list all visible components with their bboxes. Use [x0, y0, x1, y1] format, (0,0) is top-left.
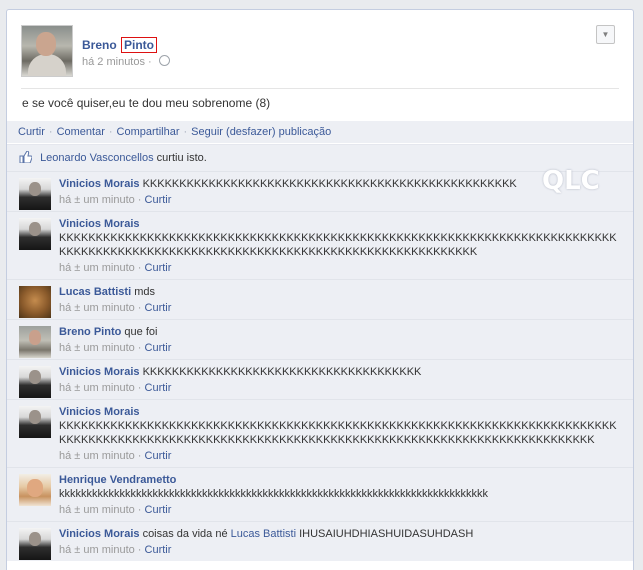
- comment-text: KKKKKKKKKKKKKKKKKKKKKKKKKKKKKKKKKKKKKKKK…: [142, 178, 517, 190]
- comment-time[interactable]: há ± um minuto: [59, 544, 135, 556]
- comment: Vinicios Morais coisas da vida né Lucas …: [7, 521, 633, 561]
- action-separator: ·: [183, 126, 188, 138]
- like-link[interactable]: Curtir: [18, 126, 45, 138]
- comment-text: kkkkkkkkkkkkkkkkkkkkkkkkkkkkkkkkkkkkkkkk…: [59, 488, 488, 500]
- share-link[interactable]: Compartilhar: [117, 126, 180, 138]
- comment-time[interactable]: há ± um minuto: [59, 194, 135, 206]
- post-timestamp[interactable]: há 2 minutos: [82, 56, 145, 68]
- commenter-name[interactable]: Vinicios Morais: [59, 178, 140, 190]
- author-avatar[interactable]: [21, 25, 73, 77]
- author-name[interactable]: Breno Pinto: [82, 37, 158, 53]
- comment-time[interactable]: há ± um minuto: [59, 382, 135, 394]
- comment: Vinicios Morais KKKKKKKKKKKKKKKKKKKKKKKK…: [7, 399, 633, 467]
- globe-icon[interactable]: [158, 55, 170, 66]
- comment-meta: há ± um minuto · Curtir: [59, 342, 172, 354]
- story-header: Breno Pinto há 2 minutos · ▼: [21, 25, 623, 79]
- action-separator: ·: [48, 126, 53, 138]
- comment-time[interactable]: há ± um minuto: [59, 342, 135, 354]
- comment-like-link[interactable]: Curtir: [145, 342, 172, 354]
- likes-sentence: Leonardo Vasconcellos curtiu isto.: [7, 144, 633, 171]
- post-meta: há 2 minutos ·: [82, 55, 170, 68]
- likes-suffix: curtiu isto.: [156, 152, 207, 164]
- commenter-name[interactable]: Vinicios Morais: [59, 405, 623, 419]
- comment-like-link[interactable]: Curtir: [145, 262, 172, 274]
- comment-text-before: coisas da vida né: [142, 528, 228, 540]
- watermark: QLC: [542, 166, 600, 196]
- comment-time[interactable]: há ± um minuto: [59, 262, 135, 274]
- author-last-name-highlight[interactable]: Pinto: [121, 37, 158, 53]
- commenter-name[interactable]: Henrique Vendrametto: [59, 473, 623, 487]
- chevron-down-icon[interactable]: ▼: [596, 25, 615, 44]
- comment-like-link[interactable]: Curtir: [145, 302, 172, 314]
- comment-text: KKKKKKKKKKKKKKKKKKKKKKKKKKKKKKKKKKKKKKKK…: [59, 232, 617, 258]
- comment-meta: há ± um minuto · Curtir: [59, 544, 172, 556]
- commenter-name[interactable]: Vinicios Morais: [59, 366, 140, 378]
- comment-text: que foi: [124, 326, 158, 338]
- commenter-name[interactable]: Lucas Battisti: [59, 286, 131, 298]
- comment-meta: há ± um minuto · Curtir: [59, 504, 172, 516]
- comment-text: KKKKKKKKKKKKKKKKKKKKKKKKKKKKKKKKKKKKKKKK…: [59, 420, 617, 446]
- comment-meta: há ± um minuto · Curtir: [59, 194, 172, 206]
- comment-time[interactable]: há ± um minuto: [59, 450, 135, 462]
- meta-separator: ·: [148, 56, 152, 68]
- commenter-name[interactable]: Vinicios Morais: [59, 217, 623, 231]
- header-divider: [21, 88, 619, 89]
- thumbs-up-icon: [19, 151, 32, 163]
- comment: Lucas Battisti mds há ± um minuto · Curt…: [7, 279, 633, 319]
- comment: Vinicios Morais KKKKKKKKKKKKKKKKKKKKKKKK…: [7, 211, 633, 279]
- comment-list: Vinicios Morais KKKKKKKKKKKKKKKKKKKKKKKK…: [7, 171, 633, 561]
- comment-meta: há ± um minuto · Curtir: [59, 302, 172, 314]
- comment: Breno Pinto que foi há ± um minuto · Cur…: [7, 319, 633, 359]
- comment: Vinicios Morais KKKKKKKKKKKKKKKKKKKKKKKK…: [7, 171, 633, 211]
- commenter-avatar[interactable]: [19, 326, 51, 358]
- post-message: e se você quiser,eu te dou meu sobrenome…: [22, 96, 271, 110]
- comment-text: KKKKKKKKKKKKKKKKKKKKKKKKKKKKKKKKKKKKKK: [142, 366, 422, 378]
- comment: Henrique Vendrametto kkkkkkkkkkkkkkkkkkk…: [7, 467, 633, 521]
- mention-link[interactable]: Lucas Battisti: [231, 528, 296, 540]
- commenter-avatar[interactable]: [19, 178, 51, 210]
- follow-post-link[interactable]: Seguir (desfazer) publicação: [191, 126, 331, 138]
- story-actions: Curtir · Comentar · Compartilhar · Seguir (des…: [7, 121, 633, 143]
- comment-text-after: IHUSAIUHDHIASHUIDASUHDASH: [299, 528, 474, 540]
- commenter-name[interactable]: Vinicios Morais: [59, 528, 140, 540]
- comment-text: mds: [134, 286, 155, 298]
- commenter-avatar[interactable]: [19, 366, 51, 398]
- comment-meta: há ± um minuto · Curtir: [59, 382, 172, 394]
- commenter-avatar[interactable]: [19, 218, 51, 250]
- comment-like-link[interactable]: Curtir: [145, 194, 172, 206]
- commenter-name[interactable]: Breno Pinto: [59, 326, 121, 338]
- commenter-avatar[interactable]: [19, 406, 51, 438]
- comment-like-link[interactable]: Curtir: [145, 544, 172, 556]
- comment-meta: há ± um minuto · Curtir: [59, 262, 172, 274]
- commenter-avatar[interactable]: [19, 528, 51, 560]
- author-first-name[interactable]: Breno: [82, 38, 117, 52]
- comment-time[interactable]: há ± um minuto: [59, 302, 135, 314]
- comment: Vinicios Morais KKKKKKKKKKKKKKKKKKKKKKKK…: [7, 359, 633, 399]
- comment-like-link[interactable]: Curtir: [145, 450, 172, 462]
- commenter-avatar[interactable]: [19, 286, 51, 318]
- comment-like-link[interactable]: Curtir: [145, 382, 172, 394]
- action-separator: ·: [108, 126, 113, 138]
- commenter-avatar[interactable]: [19, 474, 51, 506]
- story-card: Breno Pinto há 2 minutos · ▼ e se você q…: [6, 9, 634, 570]
- comment-like-link[interactable]: Curtir: [145, 504, 172, 516]
- comment-link[interactable]: Comentar: [57, 126, 105, 138]
- comment-meta: há ± um minuto · Curtir: [59, 450, 172, 462]
- liker-name[interactable]: Leonardo Vasconcellos: [40, 152, 154, 164]
- comment-time[interactable]: há ± um minuto: [59, 504, 135, 516]
